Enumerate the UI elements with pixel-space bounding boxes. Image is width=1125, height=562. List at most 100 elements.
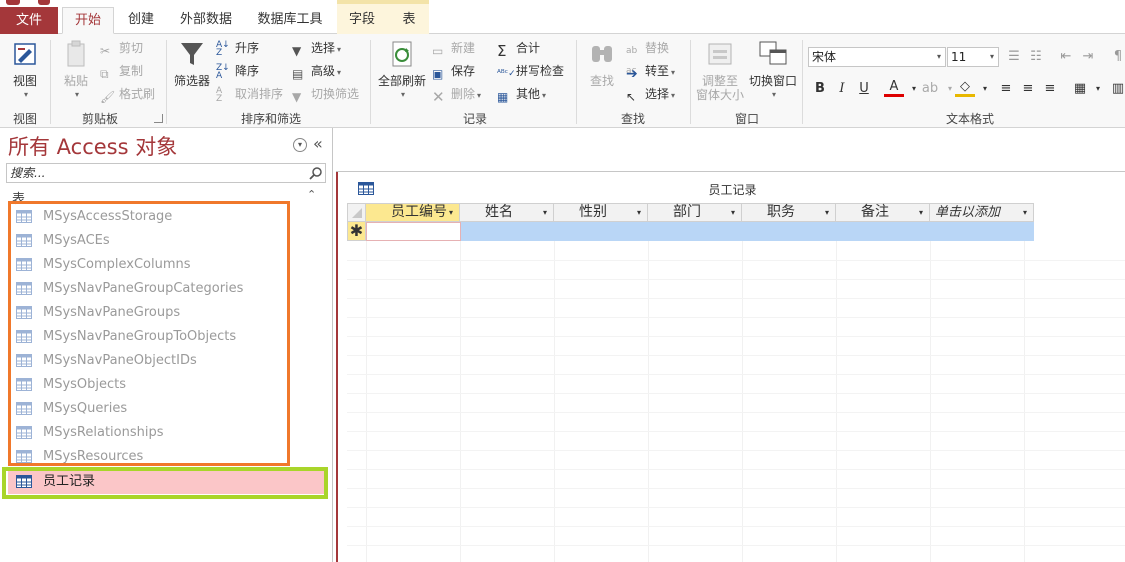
nav-item-system-table[interactable]: MSysComplexColumns [12,253,282,277]
nav-item-system-table[interactable]: MSysNavPaneGroups [12,301,282,325]
new-record-row[interactable] [366,222,1034,241]
descending-button[interactable]: Z↓ A 降序 [216,61,259,81]
toggle-filter-button[interactable]: ▼ 切换筛选 [292,84,359,104]
collapse-group-icon[interactable]: ⌃ [307,188,316,201]
remove-sort-button[interactable]: A Z 取消排序 [216,84,283,104]
nav-item-system-table[interactable]: MSysNavPaneGroupCategories [12,277,282,301]
gridlines-icon[interactable]: ▦ [1070,79,1090,99]
refresh-all-label: 全部刷新 [377,74,426,88]
bullets-icon[interactable]: ☰ [1004,47,1024,67]
nav-search-input[interactable]: 搜索... [6,163,326,183]
cut-button[interactable]: ✂ 剪切 [100,38,143,58]
active-cell[interactable] [366,222,461,241]
paste-button[interactable]: 粘贴 ▾ [56,38,96,102]
goto-button[interactable]: ➔ 转至 ▾ [626,61,675,82]
totals-button[interactable]: Σ 合计 [497,38,540,60]
clipboard-launcher-icon[interactable] [154,114,163,123]
bold-button[interactable]: B [810,79,830,99]
column-header[interactable]: 部门 ▾ [648,203,742,222]
nav-item-system-table[interactable]: MSysACEs [12,229,282,253]
font-size-select[interactable]: 11 ▾ [947,47,999,67]
nav-item-system-table[interactable]: MSysQueries [12,397,282,421]
align-center-icon[interactable]: ≡ [1018,79,1038,99]
nav-item-system-table[interactable]: MSysResources [12,445,282,469]
column-header[interactable]: 员工编号 ▾ [366,203,460,222]
decrease-indent-icon[interactable]: ⇤ [1056,47,1076,67]
switch-windows-icon [759,41,787,65]
tab-create[interactable]: 创建 [118,7,164,34]
chevron-down-icon[interactable]: ▾ [919,204,923,221]
nav-item-system-table[interactable]: MSysNavPaneObjectIDs [12,349,282,373]
font-name-select[interactable]: 宋体 ▾ [808,47,946,67]
find-button[interactable]: 查找 [582,38,622,88]
select-all-corner[interactable] [347,203,366,222]
nav-item-system-table[interactable]: MSysObjects [12,373,282,397]
filter-button[interactable]: 筛选器 [170,38,214,88]
quick-access-icon[interactable] [38,0,50,5]
alt-row-color-icon[interactable]: ▥ [1108,79,1125,99]
tab-fields[interactable]: 字段 [340,7,384,34]
highlight-icon[interactable]: ab [920,79,940,99]
selection-filter-button[interactable]: ▼ 选择 ▾ [292,38,341,58]
chevron-down-icon[interactable]: ▾ [731,204,735,221]
new-record-button[interactable]: ▭ 新建 [432,38,475,58]
format-painter-button[interactable]: 🖌 格式刷 [100,84,155,104]
align-left-icon[interactable]: ≡ [996,79,1016,99]
tab-database-tools[interactable]: 数据库工具 [250,7,330,34]
copy-button[interactable]: ⧉ 复制 [100,61,143,81]
chevron-down-icon[interactable]: ▾ [1023,204,1027,221]
chevron-down-icon: ▾ [989,52,994,61]
nav-item-system-table[interactable]: MSysRelationships [12,421,282,445]
column-header[interactable]: 职务 ▾ [742,203,836,222]
chevron-down-icon: ▾ [671,91,676,100]
switch-windows-button[interactable]: 切换窗口 ▾ [748,38,798,102]
increase-indent-icon[interactable]: ⇥ [1078,47,1098,67]
ascending-button[interactable]: A↓ Z 升序 [216,38,259,58]
grid-divider [742,241,743,562]
search-icon[interactable] [309,166,323,180]
chevron-down-icon[interactable]: ▾ [825,204,829,221]
nav-pane-title[interactable]: 所有 Access 对象 [8,131,177,161]
nav-menu-chevron-icon[interactable]: ▾ [293,138,307,152]
collapse-pane-icon[interactable]: « [313,134,323,153]
column-header[interactable]: 备注 ▾ [836,203,930,222]
chevron-down-icon[interactable]: ▾ [449,204,453,221]
italic-button[interactable]: I [832,79,852,99]
select-button[interactable]: ↖ 选择 ▾ [626,84,675,104]
column-header[interactable]: 性别 ▾ [554,203,648,222]
font-color-button[interactable]: A [884,79,904,97]
chevron-down-icon[interactable]: ▾ [543,204,547,221]
datasheet-window: 员工记录 ✱ 员工编号 ▾ 姓名 ▾ 性别 ▾ 部门 ▾ 职务 ▾ 备注 ▾ 单击以添加 ▾ [336,172,1125,562]
underline-button[interactable]: U [854,79,874,99]
more-button[interactable]: ▦ 其他 ▾ [497,84,546,104]
nav-item-label: MSysAccessStorage [43,209,173,224]
rtl-icon[interactable]: ¶ [1108,47,1125,67]
chevron-down-icon[interactable]: ▾ [975,79,995,99]
size-to-fit-label-2: 窗体大小 [695,88,744,102]
tab-table[interactable]: 表 [392,7,426,34]
chevron-down-icon[interactable]: ▾ [637,204,641,221]
refresh-all-button[interactable]: 全部刷新 ▾ [376,38,428,102]
nav-item-system-table[interactable]: MSysNavPaneGroupToObjects [12,325,282,349]
nav-item-system-table[interactable]: MSysAccessStorage [12,205,282,229]
tab-file[interactable]: 文件 [0,7,58,34]
fill-color-icon[interactable]: ◇ [955,79,975,97]
tab-external-data[interactable]: 外部数据 [172,7,240,34]
spelling-button[interactable]: ᴬᴮᶜ✓拼写检查 [497,61,564,81]
ribbon-tab-bar: 文件 开始 创建 外部数据 数据库工具 字段 表 [0,0,1125,34]
numbering-icon[interactable]: ☷ [1026,47,1046,67]
replace-button[interactable]: ab ac 替换 [626,38,669,76]
size-to-fit-button[interactable]: 调整至 窗体大小 [694,38,746,102]
chevron-down-icon[interactable]: ▾ [1088,79,1108,99]
tab-home[interactable]: 开始 [62,7,114,34]
save-record-button[interactable]: ▣ 保存 [432,61,475,81]
new-row-selector[interactable]: ✱ [347,222,366,241]
column-header[interactable]: 姓名 ▾ [460,203,554,222]
delete-record-button[interactable]: ✕ 删除 ▾ [432,84,481,106]
align-right-icon[interactable]: ≡ [1040,79,1060,99]
click-to-add-column-header[interactable]: 单击以添加 ▾ [930,203,1034,222]
advanced-filter-button[interactable]: ▤ 高级 ▾ [292,61,341,81]
nav-item-employee-records[interactable]: 员工记录 [8,470,324,494]
switch-windows-label: 切换窗口 [748,74,797,88]
view-button[interactable]: 视图 ▾ [4,38,46,102]
